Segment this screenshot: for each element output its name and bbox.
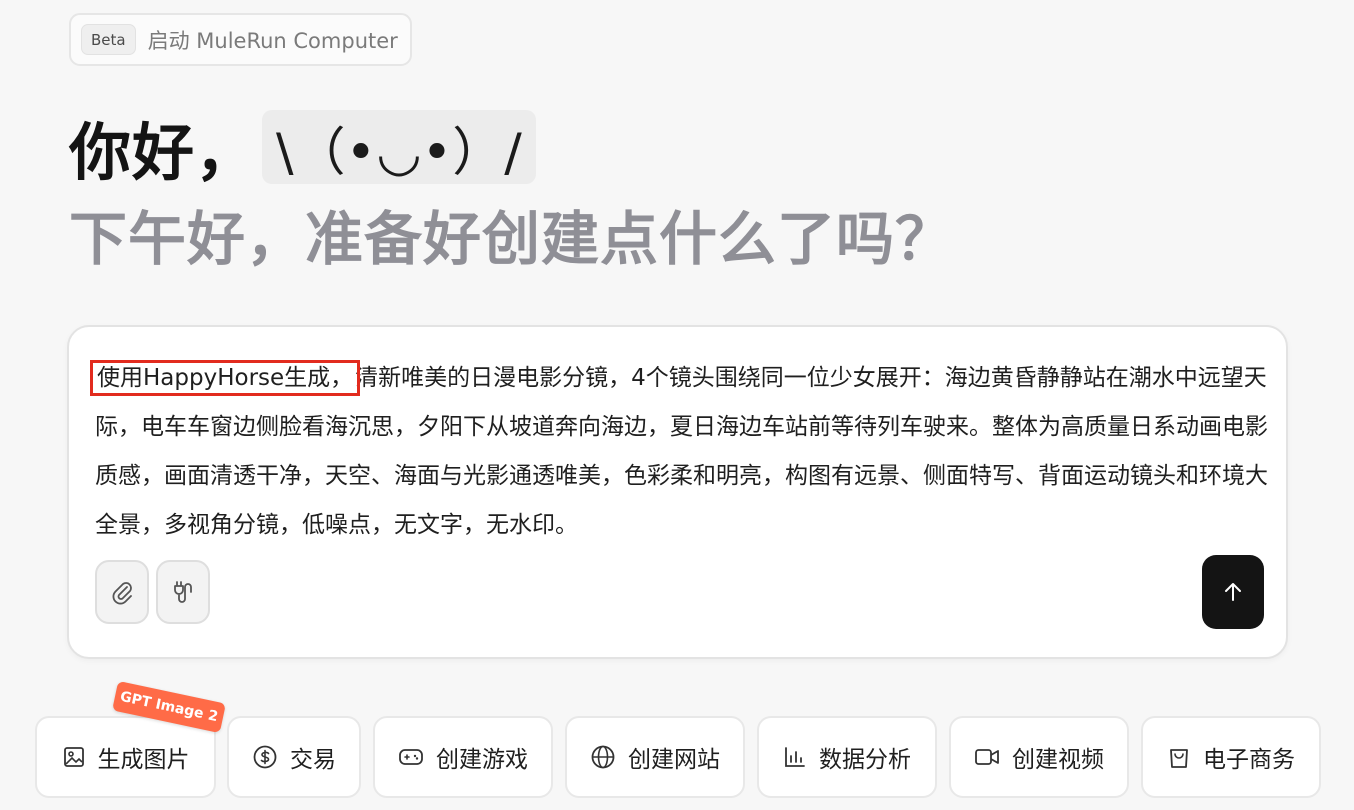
bar-chart-icon xyxy=(785,747,805,767)
gamepad-icon xyxy=(399,749,423,765)
action-label: 创建网站 xyxy=(628,747,720,773)
beta-badge: Beta xyxy=(81,24,136,55)
greeting-subtitle: 下午好，准备好创建点什么了吗？ xyxy=(69,205,955,273)
paperclip-icon xyxy=(112,582,132,605)
prompt-input[interactable]: 使用HappyHorse生成，清新唯美的日漫电影分镜，4个镜头围绕同一位少女展开… xyxy=(89,354,1275,550)
launch-computer-link[interactable]: Beta 启动 MuleRun Computer xyxy=(69,13,412,66)
connect-button[interactable] xyxy=(156,560,210,624)
action-label: 创建视频 xyxy=(1012,747,1104,773)
prompt-card: 使用HappyHorse生成，清新唯美的日漫电影分镜，4个镜头围绕同一位少女展开… xyxy=(67,325,1288,659)
send-button[interactable] xyxy=(1202,555,1264,629)
arrow-up-icon xyxy=(1225,583,1241,601)
action-generate-image[interactable]: 生成图片 xyxy=(35,716,216,798)
action-create-video[interactable]: 创建视频 xyxy=(949,716,1129,798)
dollar-icon xyxy=(253,745,277,769)
globe-icon xyxy=(591,745,615,769)
video-icon xyxy=(975,749,999,765)
action-create-game[interactable]: 创建游戏 xyxy=(373,716,553,798)
launch-label: 启动 MuleRun Computer xyxy=(147,28,398,53)
action-create-website[interactable]: 创建网站 xyxy=(565,716,745,798)
attach-button[interactable] xyxy=(95,560,149,624)
home-screen: Beta 启动 MuleRun Computer 你好， \（•◡•）/ 下午好… xyxy=(0,0,1354,810)
action-label: 生成图片 xyxy=(97,747,190,773)
action-label: 交易 xyxy=(290,747,336,773)
greeting-hello: 你好， xyxy=(69,116,259,189)
action-trade[interactable]: 交易 xyxy=(227,716,361,798)
image-icon xyxy=(63,747,84,767)
action-label: 电子商务 xyxy=(1203,747,1295,773)
action-data-analysis[interactable]: 数据分析 xyxy=(757,716,937,798)
greeting-kaomoji: \（•◡•）/ xyxy=(262,110,536,184)
plug-icon xyxy=(174,581,192,603)
action-label: 数据分析 xyxy=(819,747,911,773)
greeting-row: 你好， \（•◡•）/ xyxy=(69,108,536,189)
action-ecommerce[interactable]: 电子商务 xyxy=(1141,716,1321,798)
action-label: 创建游戏 xyxy=(436,747,528,773)
prompt-highlight: 使用HappyHorse生成， xyxy=(89,360,361,396)
shopping-bag-icon xyxy=(1170,749,1188,768)
